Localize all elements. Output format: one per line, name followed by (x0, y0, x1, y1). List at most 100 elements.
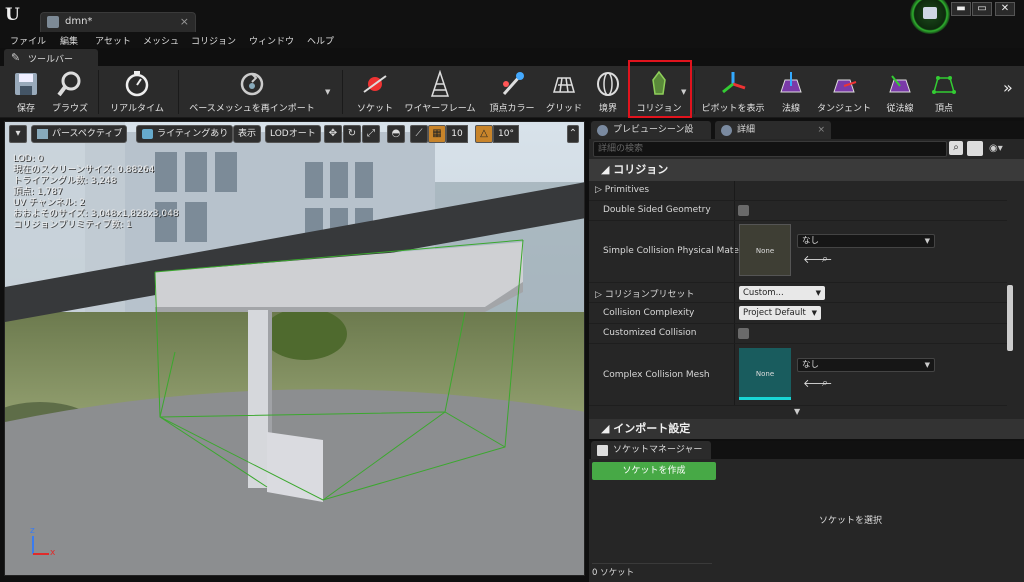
vertex-color-button[interactable]: 頂点カラー (482, 66, 542, 118)
complex-mesh-thumbnail[interactable]: None (739, 348, 791, 400)
rotate-icon[interactable]: ↻ (343, 125, 361, 143)
wireframe-button[interactable]: ワイヤーフレーム (400, 66, 480, 118)
double-sided-row: Double Sided Geometry (589, 201, 1007, 221)
normals-button[interactable]: 法線 (772, 66, 810, 118)
viewport-maximize-icon[interactable]: ⌃ (567, 125, 579, 143)
lod-button[interactable]: LODオート (265, 125, 321, 143)
realtime-button[interactable]: リアルタイム (104, 66, 170, 118)
physmat-combo[interactable]: なし ▼ (797, 234, 935, 248)
double-sided-label: Double Sided Geometry (603, 205, 711, 215)
lighting-mode-button[interactable]: ライティングあり (136, 125, 234, 143)
double-sided-checkbox[interactable] (738, 205, 749, 216)
translate-icon[interactable]: ✥ (324, 125, 342, 143)
stat-lod: LOD: 0 (13, 154, 44, 164)
collision-complexity-combo[interactable]: Project Default ▼ (739, 306, 821, 320)
tab-socket-manager[interactable]: ソケットマネージャー (591, 441, 711, 459)
perspective-button[interactable]: パースペクティブ (31, 125, 128, 143)
tab-details[interactable]: 詳細 × (715, 121, 831, 139)
vertices-icon (932, 76, 956, 94)
menu-window[interactable]: ウィンドウ (249, 34, 294, 47)
show-pivot-button[interactable]: ピボットを表示 (698, 66, 768, 118)
source-control-icon[interactable] (908, 0, 952, 34)
vertex-color-icon (502, 72, 524, 95)
save-button[interactable]: 保存 (4, 66, 48, 118)
browse-button[interactable]: ブラウズ (46, 66, 94, 118)
socket-icon (363, 75, 387, 93)
collision-presets-label: ▷ コリジョンプリセット (595, 290, 695, 300)
import-settings-header[interactable]: ◢ インポート設定 (589, 419, 1024, 439)
details-search-input[interactable]: 詳細の検索 (593, 141, 947, 157)
property-matrix-icon[interactable] (967, 141, 983, 156)
binormal-button[interactable]: 従法線 (878, 66, 922, 118)
rotation-snap-value[interactable]: 10° (493, 125, 519, 143)
scale-icon[interactable]: ⤢ (362, 125, 380, 143)
stat-triangles: トライアングル数: 3,248 (13, 176, 117, 186)
close-icon[interactable]: × (180, 15, 189, 28)
close-window-button[interactable]: ✕ (995, 2, 1015, 16)
tangent-button[interactable]: タンジェント (814, 66, 874, 118)
preview-scene-icon (597, 125, 608, 136)
search-icon[interactable]: ⌕ (949, 141, 963, 155)
details-panel: 詳細の検索 ⌕ ◉▾ ◢ コリジョン ▷ Primitives Double S… (589, 139, 1024, 439)
maximize-button[interactable]: ▭ (972, 2, 992, 16)
wireframe-icon (430, 70, 450, 97)
binormal-icon (889, 75, 911, 93)
browse-asset-icon[interactable]: ⌕ (822, 376, 828, 390)
collision-category-header[interactable]: ◢ コリジョン (589, 159, 1024, 181)
menu-help[interactable]: ヘルプ (307, 34, 334, 47)
browse-asset-icon[interactable]: ⌕ (822, 252, 828, 266)
reimport-mesh-button[interactable]: ベースメッシュを再インポート (184, 66, 320, 118)
collision-complexity-row: Collision Complexity Project Default ▼ (589, 303, 1007, 324)
grid-button[interactable]: グリッド (544, 66, 584, 118)
eye-icon[interactable]: ◉▾ (989, 143, 1003, 154)
coordinate-space-icon[interactable]: ◓ (387, 125, 405, 143)
collision-presets-combo[interactable]: Custom... ▼ (739, 286, 825, 300)
viewport[interactable]: ▾ パースペクティブ ライティングあり 表示 LODオート ✥ ↻ ⤢ ◓ ⟋ … (4, 121, 585, 576)
toolbar-tab[interactable]: ✎ ツールバー (4, 49, 98, 66)
vertices-button[interactable]: 頂点 (924, 66, 964, 118)
menu-mesh[interactable]: メッシュ (143, 34, 179, 47)
realtime-icon (125, 71, 149, 97)
tab-preview-scene[interactable]: プレビューシーン設 (591, 121, 711, 139)
customized-collision-checkbox[interactable] (738, 328, 749, 339)
unreal-logo[interactable]: U (5, 5, 23, 25)
customized-collision-label: Customized Collision (603, 328, 697, 338)
grid-icon (553, 77, 575, 93)
stat-vertices: 頂点: 1,787 (13, 187, 63, 197)
menu-asset[interactable]: アセット (95, 34, 131, 47)
stat-approx-size: おおよそのサイズ: 3,048x1,828x3,048 (13, 209, 179, 219)
menu-edit[interactable]: 編集 (60, 34, 78, 47)
viewport-toolbar: ▾ パースペクティブ ライティングあり 表示 LODオート ✥ ↻ ⤢ ◓ ⟋ … (5, 125, 584, 145)
expand-advanced-icon[interactable]: ▼ (794, 407, 800, 416)
surface-snap-icon[interactable]: ⟋ (410, 125, 428, 143)
grid-snap-value[interactable]: 10 (446, 125, 468, 143)
grid-snap-icon[interactable]: ▦ (428, 125, 446, 143)
toolbar-overflow-button[interactable]: » (1003, 78, 1013, 97)
physmat-thumbnail[interactable]: None (739, 224, 791, 276)
stat-screen-size: 現在のスクリーンサイズ: 0.88264 (13, 165, 155, 175)
minimize-button[interactable]: ▬ (951, 2, 971, 16)
bounds-icon (597, 72, 619, 96)
socket-button[interactable]: ソケット (350, 66, 400, 118)
collision-presets-row[interactable]: ▷ コリジョンプリセット Custom... ▼ (589, 283, 1007, 303)
details-icon (721, 125, 732, 136)
show-button[interactable]: 表示 (233, 125, 262, 143)
reimport-dropdown-icon[interactable]: ▼ (325, 88, 330, 96)
complex-mesh-label: Complex Collision Mesh (603, 370, 710, 380)
lit-icon (142, 129, 153, 139)
close-icon[interactable]: × (817, 121, 825, 139)
create-socket-button[interactable]: ソケットを作成 (592, 462, 716, 480)
menu-file[interactable]: ファイル (10, 34, 46, 47)
toolbar: 保存 ブラウズ リアルタイム ベースメッシュを再インポート ▼ ソケット ワイヤ… (0, 66, 1024, 118)
rotation-snap-icon[interactable]: △ (475, 125, 493, 143)
primitives-row[interactable]: ▷ Primitives (589, 181, 1007, 201)
bounds-button[interactable]: 境界 (588, 66, 628, 118)
viewport-options-button[interactable]: ▾ (9, 125, 27, 143)
menu-collision[interactable]: コリジョン (191, 34, 236, 47)
socket-manager-panel: ソケットを作成 ソケットを選択 0 ソケット (589, 459, 1024, 582)
collision-complexity-label: Collision Complexity (603, 308, 695, 318)
document-tab[interactable]: dmn* × (40, 12, 196, 32)
save-icon (15, 73, 37, 95)
complex-mesh-combo[interactable]: なし ▼ (797, 358, 935, 372)
details-scrollbar[interactable] (1007, 285, 1013, 351)
